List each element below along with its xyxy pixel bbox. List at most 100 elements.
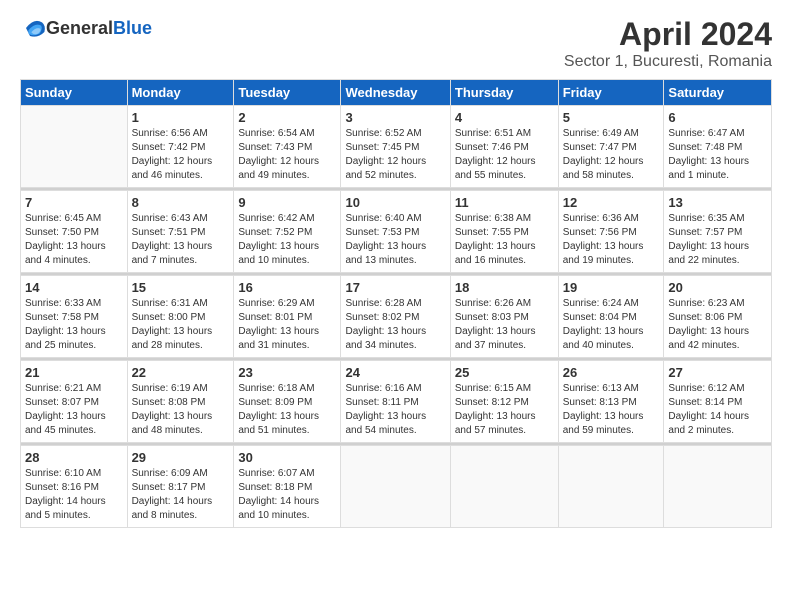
day-info: Sunrise: 6:19 AM Sunset: 8:08 PM Dayligh… [132,382,230,438]
main-title: April 2024 [564,16,772,53]
day-cell: 13Sunrise: 6:35 AM Sunset: 7:57 PM Dayli… [664,191,772,273]
day-info: Sunrise: 6:15 AM Sunset: 8:12 PM Dayligh… [455,382,554,438]
day-cell [341,446,450,528]
day-cell: 1Sunrise: 6:56 AM Sunset: 7:42 PM Daylig… [127,106,234,188]
day-number: 2 [238,110,336,125]
day-number: 24 [345,365,445,380]
logo: GeneralBlue [20,16,152,40]
day-cell: 24 Sunrise: 6:16 AM Sunset: 8:11 PM Dayli… [341,361,450,443]
header-cell-sunday: Sunday [21,80,128,106]
day-number: 3 [345,110,445,125]
day-info: Sunrise: 6:16 AM Sunset: 8:11 PM Dayligh… [345,382,445,438]
day-number: 5 [563,110,660,125]
day-number: 28 [25,450,123,465]
day-number: 18 [455,280,554,295]
day-number: 21 [25,365,123,380]
week-row-3: 14Sunrise: 6:33 AM Sunset: 7:58 PM Dayli… [21,276,772,358]
day-info: Sunrise: 6:31 AM Sunset: 8:00 PM Dayligh… [132,297,230,353]
day-number: 23 [238,365,336,380]
day-number: 10 [345,195,445,210]
day-cell: 12 Sunrise: 6:36 AM Sunset: 7:56 PM Dayli… [558,191,664,273]
day-cell: 30 Sunrise: 6:07 AM Sunset: 8:18 PM Dayli… [234,446,341,528]
header-cell-monday: Monday [127,80,234,106]
day-info: Sunrise: 6:40 AM Sunset: 7:53 PM Dayligh… [345,212,445,268]
day-cell: 8Sunrise: 6:43 AM Sunset: 7:51 PM Daylig… [127,191,234,273]
day-info: Sunrise: 6:45 AM Sunset: 7:50 PM Dayligh… [25,212,123,268]
day-cell: 28 Sunrise: 6:10 AM Sunset: 8:16 PM Dayli… [21,446,128,528]
day-cell: 21 Sunrise: 6:21 AM Sunset: 8:07 PM Dayli… [21,361,128,443]
day-cell: 15 Sunrise: 6:31 AM Sunset: 8:00 PM Dayli… [127,276,234,358]
day-number: 20 [668,280,767,295]
day-cell: 18Sunrise: 6:26 AM Sunset: 8:03 PM Dayli… [450,276,558,358]
day-number: 4 [455,110,554,125]
day-number: 12 [563,195,660,210]
day-info: Sunrise: 6:12 AM Sunset: 8:14 PM Dayligh… [668,382,767,438]
day-cell: 19 Sunrise: 6:24 AM Sunset: 8:04 PM Dayli… [558,276,664,358]
subtitle: Sector 1, Bucuresti, Romania [564,53,772,71]
header: GeneralBlue April 2024 Sector 1, Bucures… [20,16,772,71]
day-cell: 5 Sunrise: 6:49 AM Sunset: 7:47 PM Daylig… [558,106,664,188]
day-cell [450,446,558,528]
day-info: Sunrise: 6:18 AM Sunset: 8:09 PM Dayligh… [238,382,336,438]
day-number: 17 [345,280,445,295]
day-cell [21,106,128,188]
day-cell: 27 Sunrise: 6:12 AM Sunset: 8:14 PM Dayli… [664,361,772,443]
week-row-1: 1Sunrise: 6:56 AM Sunset: 7:42 PM Daylig… [21,106,772,188]
week-row-5: 28 Sunrise: 6:10 AM Sunset: 8:16 PM Dayli… [21,446,772,528]
header-cell-wednesday: Wednesday [341,80,450,106]
day-cell: 14Sunrise: 6:33 AM Sunset: 7:58 PM Dayli… [21,276,128,358]
day-cell: 9Sunrise: 6:42 AM Sunset: 7:52 PM Daylig… [234,191,341,273]
day-number: 29 [132,450,230,465]
day-cell: 6 Sunrise: 6:47 AM Sunset: 7:48 PM Daylig… [664,106,772,188]
day-number: 22 [132,365,230,380]
day-number: 19 [563,280,660,295]
day-cell: 25Sunrise: 6:15 AM Sunset: 8:12 PM Dayli… [450,361,558,443]
day-number: 7 [25,195,123,210]
day-info: Sunrise: 6:10 AM Sunset: 8:16 PM Dayligh… [25,467,123,523]
day-info: Sunrise: 6:49 AM Sunset: 7:47 PM Dayligh… [563,127,660,183]
day-info: Sunrise: 6:21 AM Sunset: 8:07 PM Dayligh… [25,382,123,438]
day-cell: 26 Sunrise: 6:13 AM Sunset: 8:13 PM Dayli… [558,361,664,443]
header-row: SundayMondayTuesdayWednesdayThursdayFrid… [21,80,772,106]
calendar-table: SundayMondayTuesdayWednesdayThursdayFrid… [20,79,772,528]
day-info: Sunrise: 6:24 AM Sunset: 8:04 PM Dayligh… [563,297,660,353]
day-cell: 23 Sunrise: 6:18 AM Sunset: 8:09 PM Dayli… [234,361,341,443]
week-row-4: 21 Sunrise: 6:21 AM Sunset: 8:07 PM Dayli… [21,361,772,443]
day-cell: 2 Sunrise: 6:54 AM Sunset: 7:43 PM Daylig… [234,106,341,188]
day-cell [664,446,772,528]
week-row-2: 7 Sunrise: 6:45 AM Sunset: 7:50 PM Daylig… [21,191,772,273]
day-number: 6 [668,110,767,125]
day-cell: 10 Sunrise: 6:40 AM Sunset: 7:53 PM Dayli… [341,191,450,273]
day-info: Sunrise: 6:28 AM Sunset: 8:02 PM Dayligh… [345,297,445,353]
calendar-page: GeneralBlue April 2024 Sector 1, Bucures… [0,0,792,538]
day-number: 26 [563,365,660,380]
day-number: 1 [132,110,230,125]
logo-icon [22,16,46,40]
day-info: Sunrise: 6:33 AM Sunset: 7:58 PM Dayligh… [25,297,123,353]
day-number: 27 [668,365,767,380]
day-info: Sunrise: 6:36 AM Sunset: 7:56 PM Dayligh… [563,212,660,268]
day-number: 16 [238,280,336,295]
day-info: Sunrise: 6:13 AM Sunset: 8:13 PM Dayligh… [563,382,660,438]
logo-text-blue: Blue [113,18,152,38]
day-info: Sunrise: 6:35 AM Sunset: 7:57 PM Dayligh… [668,212,767,268]
header-cell-saturday: Saturday [664,80,772,106]
day-info: Sunrise: 6:54 AM Sunset: 7:43 PM Dayligh… [238,127,336,183]
day-cell: 3 Sunrise: 6:52 AM Sunset: 7:45 PM Daylig… [341,106,450,188]
day-info: Sunrise: 6:07 AM Sunset: 8:18 PM Dayligh… [238,467,336,523]
day-info: Sunrise: 6:47 AM Sunset: 7:48 PM Dayligh… [668,127,767,183]
day-info: Sunrise: 6:51 AM Sunset: 7:46 PM Dayligh… [455,127,554,183]
day-cell: 4 Sunrise: 6:51 AM Sunset: 7:46 PM Daylig… [450,106,558,188]
day-number: 30 [238,450,336,465]
day-cell: 20 Sunrise: 6:23 AM Sunset: 8:06 PM Dayli… [664,276,772,358]
title-area: April 2024 Sector 1, Bucuresti, Romania [564,16,772,71]
day-info: Sunrise: 6:52 AM Sunset: 7:45 PM Dayligh… [345,127,445,183]
day-number: 15 [132,280,230,295]
day-number: 8 [132,195,230,210]
day-cell: 7 Sunrise: 6:45 AM Sunset: 7:50 PM Daylig… [21,191,128,273]
header-cell-tuesday: Tuesday [234,80,341,106]
day-number: 11 [455,195,554,210]
day-cell: 16Sunrise: 6:29 AM Sunset: 8:01 PM Dayli… [234,276,341,358]
day-info: Sunrise: 6:23 AM Sunset: 8:06 PM Dayligh… [668,297,767,353]
logo-text-general: General [46,18,113,38]
